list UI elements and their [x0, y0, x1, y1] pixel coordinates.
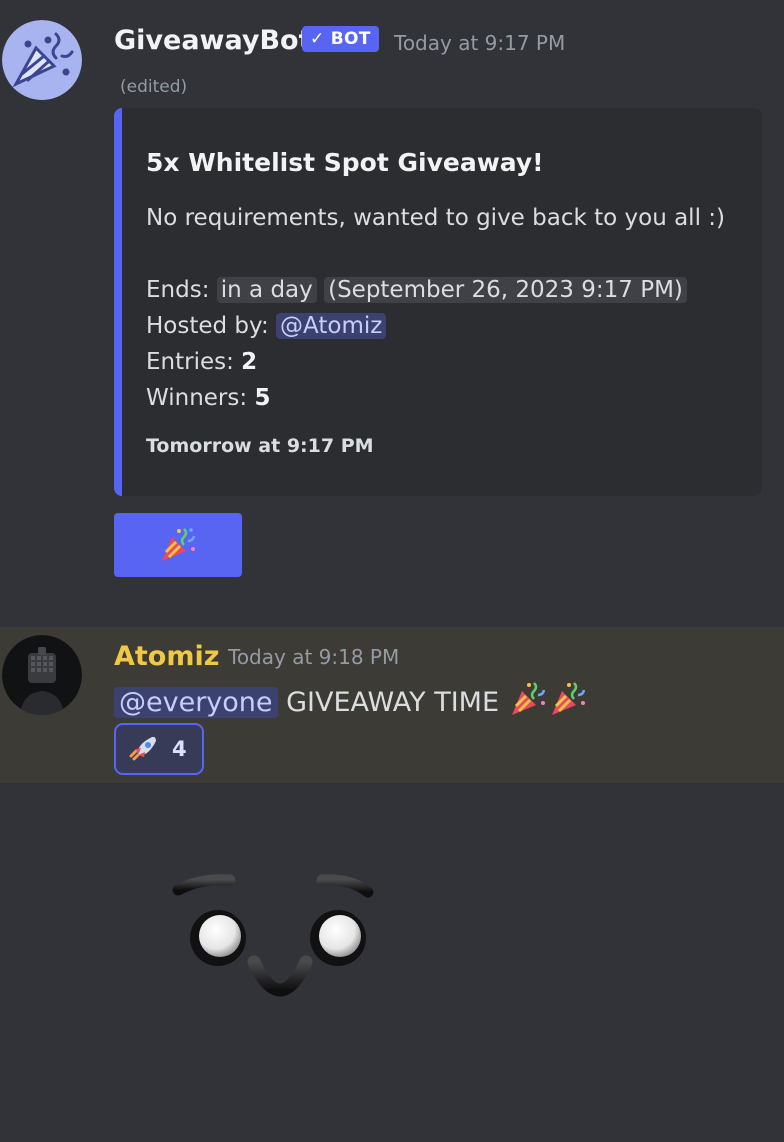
embed-ends-line: Ends: in a day (September 26, 2023 9:17 … [146, 277, 687, 303]
party-popper-icon [2, 20, 82, 100]
everyone-mention[interactable]: @everyone [114, 687, 278, 718]
bot-badge: ✓ BOT [302, 26, 379, 52]
ends-absolute-time[interactable]: (September 26, 2023 9:17 PM) [324, 277, 687, 303]
robot-head-avatar-icon [2, 635, 82, 715]
winners-value: 5 [254, 385, 271, 411]
bot-avatar[interactable] [2, 20, 82, 100]
smiling-face-sticker[interactable] [150, 840, 410, 1040]
hosted-label: Hosted by: [146, 313, 269, 339]
entries-label: Entries: [146, 349, 234, 375]
entries-value: 2 [241, 349, 258, 375]
rocket-reaction[interactable]: 4 [114, 723, 204, 775]
user-username[interactable]: Atomiz [114, 641, 219, 672]
host-mention[interactable]: @Atomiz [276, 313, 387, 339]
embed-entries-line: Entries: 2 [146, 349, 257, 375]
embed-winners-line: Winners: 5 [146, 385, 270, 411]
embed-hosted-line: Hosted by: @Atomiz [146, 313, 387, 339]
party-popper-icon [511, 682, 545, 715]
party-popper-icon [162, 528, 196, 561]
embed-footer: Tomorrow at 9:17 PM [146, 435, 374, 457]
winners-label: Winners: [146, 385, 248, 411]
ends-label: Ends: [146, 277, 210, 303]
reaction-count: 4 [172, 737, 187, 761]
party-popper-icon [551, 682, 585, 715]
bot-username[interactable]: GiveawayBot [114, 25, 312, 56]
message-text: GIVEAWAY TIME [286, 687, 500, 718]
message-content: @everyone GIVEAWAY TIME [114, 679, 588, 719]
embed-title: 5x Whitelist Spot Giveaway! [146, 148, 544, 177]
bot-timestamp[interactable]: Today at 9:17 PM [394, 31, 565, 55]
user-timestamp[interactable]: Today at 9:18 PM [228, 645, 399, 669]
ends-relative-time[interactable]: in a day [216, 277, 317, 303]
edited-label: (edited) [120, 77, 188, 97]
giveaway-embed: 5x Whitelist Spot Giveaway! No requireme… [114, 108, 762, 496]
enter-giveaway-button[interactable] [114, 513, 242, 577]
user-avatar[interactable] [2, 635, 82, 715]
rocket-icon [129, 736, 156, 761]
embed-description: No requirements, wanted to give back to … [146, 205, 725, 231]
bot-message: GiveawayBot ✓ BOT Today at 9:17 PM (edit… [0, 0, 784, 600]
